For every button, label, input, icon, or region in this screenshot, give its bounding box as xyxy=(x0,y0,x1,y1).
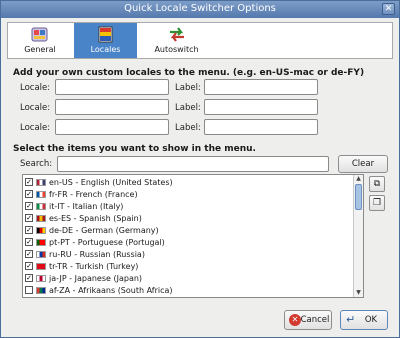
label-label-3: Label: xyxy=(175,123,201,133)
flags-icon xyxy=(98,26,112,43)
list-item-label: de-DE - German (Germany) xyxy=(49,226,159,235)
tab-locales-label: Locales xyxy=(90,45,121,54)
list-item-label: it-IT - Italian (Italy) xyxy=(49,202,124,211)
qls-icon xyxy=(31,27,48,42)
flag-icon xyxy=(36,215,46,222)
sync-arrows-icon xyxy=(169,27,184,42)
flag-icon xyxy=(36,275,46,282)
select-all-icon: ⧉ xyxy=(373,179,381,189)
list-item-label: pt-PT - Portuguese (Portugal) xyxy=(49,238,165,247)
cancel-button[interactable]: ✕ Cancel xyxy=(284,310,332,330)
list-item-checkbox[interactable] xyxy=(25,286,33,294)
locale-label-2: Locale: xyxy=(20,103,51,113)
list-item-checkbox[interactable]: ✓ xyxy=(25,274,33,282)
flag-icon xyxy=(36,203,46,210)
scrollbar-thumb[interactable] xyxy=(355,184,362,210)
close-window-button[interactable]: ✕ xyxy=(382,3,395,15)
list-item-checkbox[interactable]: ✓ xyxy=(25,202,33,210)
locale-label-3: Locale: xyxy=(20,123,51,133)
locale-field-1[interactable] xyxy=(55,79,169,95)
list-scrollbar[interactable]: ▲ ▼ xyxy=(353,175,363,297)
flag-icon xyxy=(36,251,46,258)
list-item-checkbox[interactable]: ✓ xyxy=(25,262,33,270)
locale-label-1: Locale: xyxy=(20,83,51,93)
deselect-all-icon: ❐ xyxy=(372,198,382,208)
options-window: Quick Locale Switcher Options ✕ General … xyxy=(0,0,400,338)
locale-field-2[interactable] xyxy=(55,99,169,115)
flag-icon xyxy=(36,191,46,198)
list-item-label: af-ZA - Afrikaans (South Africa) xyxy=(49,286,173,295)
flag-icon xyxy=(36,227,46,234)
list-item-label: es-ES - Spanish (Spain) xyxy=(49,214,142,223)
close-icon: ✕ xyxy=(384,4,393,14)
list-item-checkbox[interactable]: ✓ xyxy=(25,226,33,234)
cancel-icon: ✕ xyxy=(289,314,301,326)
deselect-all-button[interactable]: ❐ xyxy=(369,195,385,211)
flag-icon xyxy=(36,263,46,270)
label-field-3[interactable] xyxy=(204,119,318,135)
enter-arrow-icon: ↵ xyxy=(346,313,356,326)
select-all-button[interactable]: ⧉ xyxy=(369,176,385,192)
clear-button[interactable]: Clear xyxy=(338,155,388,173)
ok-button[interactable]: ↵ OK xyxy=(340,310,388,330)
flag-icon xyxy=(36,179,46,186)
locale-field-3[interactable] xyxy=(55,119,169,135)
list-item-label: en-US - English (United States) xyxy=(49,178,173,187)
list-item-label: tr-TR - Turkish (Turkey) xyxy=(49,262,139,271)
list-item-label: ru-RU - Russian (Russia) xyxy=(49,250,145,259)
locale-list[interactable]: ✓ en-US - English (United States) ✓ fr-F… xyxy=(22,174,364,298)
search-label: Search: xyxy=(20,159,53,169)
list-item-checkbox[interactable]: ✓ xyxy=(25,238,33,246)
flag-icon xyxy=(36,239,46,246)
list-item-label: fr-FR - French (France) xyxy=(49,190,138,199)
tab-general[interactable]: General xyxy=(8,23,72,58)
custom-locales-heading: Add your own custom locales to the menu.… xyxy=(13,68,365,78)
flag-icon xyxy=(36,287,46,294)
list-item-checkbox[interactable]: ✓ xyxy=(25,190,33,198)
tab-general-label: General xyxy=(24,45,56,54)
label-label-2: Label: xyxy=(175,103,201,113)
ok-button-label: OK xyxy=(364,315,378,325)
list-item-checkbox[interactable]: ✓ xyxy=(25,250,33,258)
tab-locales[interactable]: Locales xyxy=(74,23,137,58)
tab-autoswitch-label: Autoswitch xyxy=(154,45,199,54)
list-item-checkbox[interactable]: ✓ xyxy=(25,178,33,186)
cancel-button-label: Cancel xyxy=(300,315,330,325)
tab-autoswitch[interactable]: Autoswitch xyxy=(139,23,214,58)
scroll-down-icon[interactable]: ▼ xyxy=(354,289,363,297)
label-field-2[interactable] xyxy=(204,99,318,115)
label-label-1: Label: xyxy=(175,83,201,93)
tab-bar: General Locales Autoswitch xyxy=(7,22,393,59)
list-item-checkbox[interactable]: ✓ xyxy=(25,214,33,222)
list-item-label: ja-JP - Japanese (Japan) xyxy=(49,274,143,283)
label-field-1[interactable] xyxy=(204,79,318,95)
window-title: Quick Locale Switcher Options xyxy=(124,3,276,14)
title-bar[interactable]: Quick Locale Switcher Options ✕ xyxy=(1,1,399,18)
menu-items-heading: Select the items you want to show in the… xyxy=(13,144,256,154)
scroll-up-icon[interactable]: ▲ xyxy=(354,175,363,183)
search-input[interactable] xyxy=(57,156,329,172)
